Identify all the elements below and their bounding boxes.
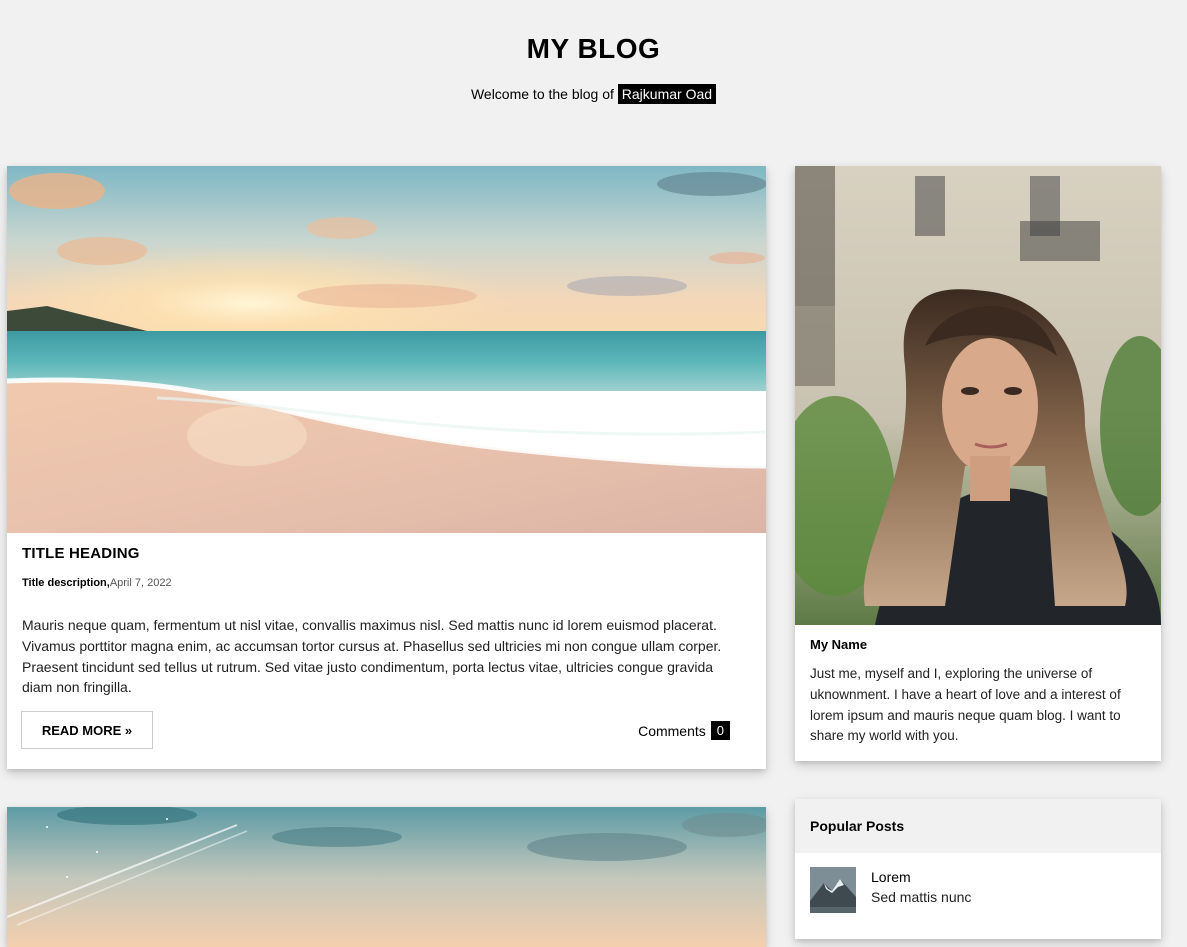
mountain-thumbnail (810, 867, 856, 913)
read-more-button[interactable]: READ MORE » (21, 711, 153, 749)
popular-post-item[interactable]: Lorem Sed mattis nunc (810, 867, 1140, 917)
blog-post-card: TITLE HEADING Title description,April 7,… (7, 166, 766, 769)
popular-post-title: Lorem (871, 869, 911, 885)
beach-sunset-image (7, 166, 766, 533)
popular-post-subtitle: Sed mattis nunc (871, 889, 972, 905)
author-tag: Rajkumar Oad (617, 84, 717, 104)
comments-label: Comments (638, 722, 706, 739)
blog-title: MY BLOG (526, 33, 661, 64)
welcome-line: Welcome to the blog of Rajkumar Oad (0, 84, 1187, 104)
popular-posts-title: Popular Posts (810, 818, 905, 834)
about-name: My Name (810, 637, 868, 652)
post-title: TITLE HEADING (22, 545, 140, 562)
post-body: Mauris neque quam, fermentum ut nisl vit… (22, 617, 722, 696)
about-text: Just me, myself and I, exploring the uni… (810, 666, 1121, 744)
popular-posts-card: Popular Posts Lorem Sed mattis nunc (795, 799, 1161, 939)
portrait-photo (795, 166, 1161, 625)
blog-post-card (7, 807, 766, 947)
about-card: My Name Just me, myself and I, exploring… (795, 166, 1161, 761)
comments-count-badge: 0 (710, 721, 730, 740)
post-description: Title description, (22, 577, 110, 589)
post-date: April 7, 2022 (109, 577, 172, 589)
comments-link[interactable]: Comments 0 (638, 721, 730, 740)
popular-posts-header: Popular Posts (795, 799, 1161, 853)
post-meta: Title description,April 7, 2022 (22, 577, 172, 589)
welcome-text: Welcome to the blog of (470, 86, 614, 102)
pastel-sky-image (7, 807, 766, 947)
